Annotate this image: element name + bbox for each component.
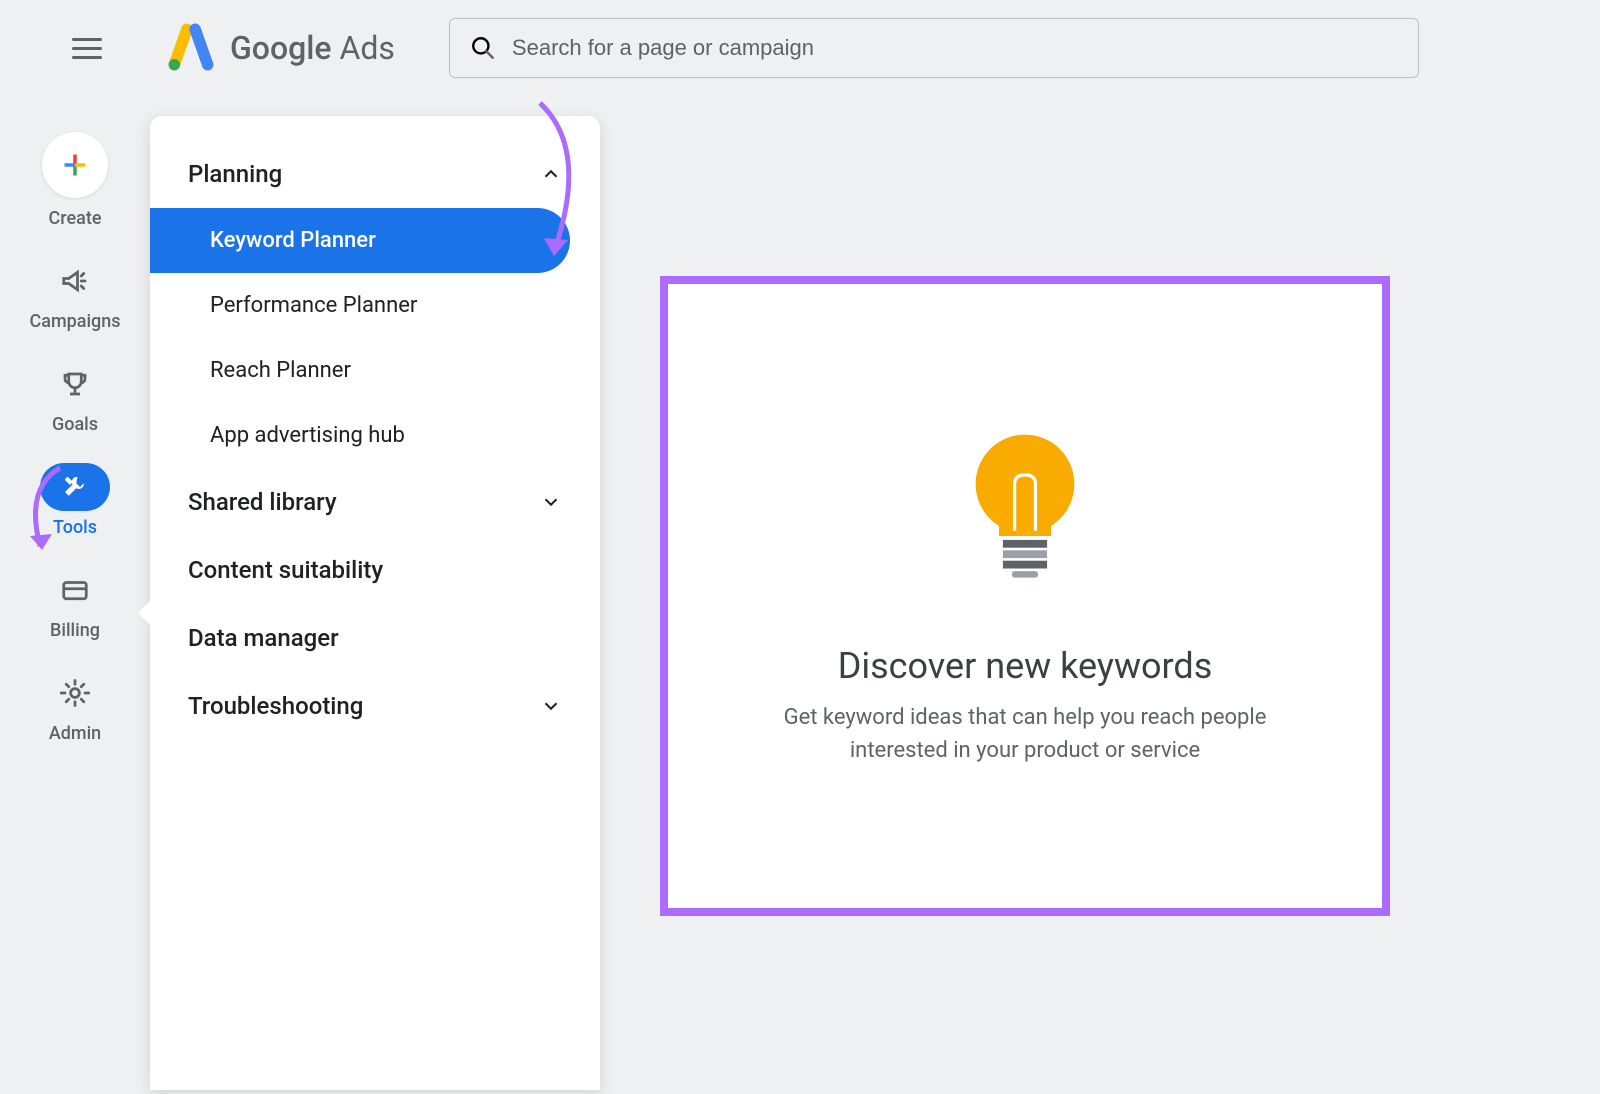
- flyout-item-performance-planner[interactable]: Performance Planner: [150, 273, 600, 338]
- flyout-item-reach-planner[interactable]: Reach Planner: [150, 338, 600, 403]
- logo[interactable]: Google Ads: [166, 23, 395, 73]
- discover-keywords-card[interactable]: Discover new keywords Get keyword ideas …: [660, 276, 1390, 916]
- rail-item-tools[interactable]: Tools: [40, 463, 110, 538]
- content-area: Discover new keywords Get keyword ideas …: [600, 96, 1600, 1090]
- content-suitability-label: Content suitability: [188, 556, 383, 584]
- plus-icon: [61, 151, 89, 179]
- trophy-icon: [60, 369, 90, 399]
- goals-label: Goals: [52, 414, 98, 435]
- annotation-arrow-icon: [510, 98, 600, 268]
- search-input[interactable]: [512, 35, 1398, 61]
- card-title: Discover new keywords: [838, 645, 1213, 687]
- google-ads-logo-icon: [166, 23, 216, 73]
- menu-icon[interactable]: [72, 28, 112, 68]
- left-rail: Create Campaigns Goals: [0, 96, 150, 1090]
- rail-item-goals[interactable]: Goals: [40, 360, 110, 435]
- flyout-section-content-suitability[interactable]: Content suitability: [150, 536, 600, 604]
- keyword-planner-label: Keyword Planner: [210, 228, 376, 253]
- annotation-arrow-icon: [0, 458, 90, 568]
- logo-text: Google Ads: [230, 29, 395, 67]
- chevron-down-icon: [540, 491, 562, 513]
- create-button[interactable]: Create: [42, 132, 108, 229]
- tools-flyout-menu: Planning Keyword Planner Performance Pla…: [150, 116, 600, 1090]
- billing-label: Billing: [50, 620, 100, 641]
- flyout-section-troubleshooting[interactable]: Troubleshooting: [150, 672, 600, 740]
- search-box[interactable]: [449, 18, 1419, 78]
- gear-icon: [60, 678, 90, 708]
- card-subtitle: Get keyword ideas that can help you reac…: [745, 701, 1305, 767]
- app-advertising-hub-label: App advertising hub: [210, 423, 405, 448]
- data-manager-label: Data manager: [188, 624, 339, 652]
- rail-item-campaigns[interactable]: Campaigns: [29, 257, 120, 332]
- chevron-down-icon: [540, 695, 562, 717]
- lightbulb-icon: [960, 425, 1090, 595]
- megaphone-icon: [60, 266, 90, 296]
- shared-library-label: Shared library: [188, 488, 337, 516]
- credit-card-icon: [60, 575, 90, 605]
- flyout-section-data-manager[interactable]: Data manager: [150, 604, 600, 672]
- flyout-item-keyword-planner[interactable]: Keyword Planner: [150, 208, 570, 273]
- campaigns-label: Campaigns: [29, 311, 120, 332]
- admin-label: Admin: [49, 723, 101, 744]
- rail-item-billing[interactable]: Billing: [40, 566, 110, 641]
- reach-planner-label: Reach Planner: [210, 358, 351, 383]
- rail-item-admin[interactable]: Admin: [40, 669, 110, 744]
- app-header: Google Ads: [0, 0, 1600, 96]
- create-label: Create: [49, 208, 102, 229]
- troubleshooting-label: Troubleshooting: [188, 692, 363, 720]
- flyout-item-app-advertising-hub[interactable]: App advertising hub: [150, 403, 600, 468]
- flyout-section-shared-library[interactable]: Shared library: [150, 468, 600, 536]
- performance-planner-label: Performance Planner: [210, 293, 417, 318]
- search-icon: [470, 35, 496, 61]
- planning-label: Planning: [188, 160, 282, 188]
